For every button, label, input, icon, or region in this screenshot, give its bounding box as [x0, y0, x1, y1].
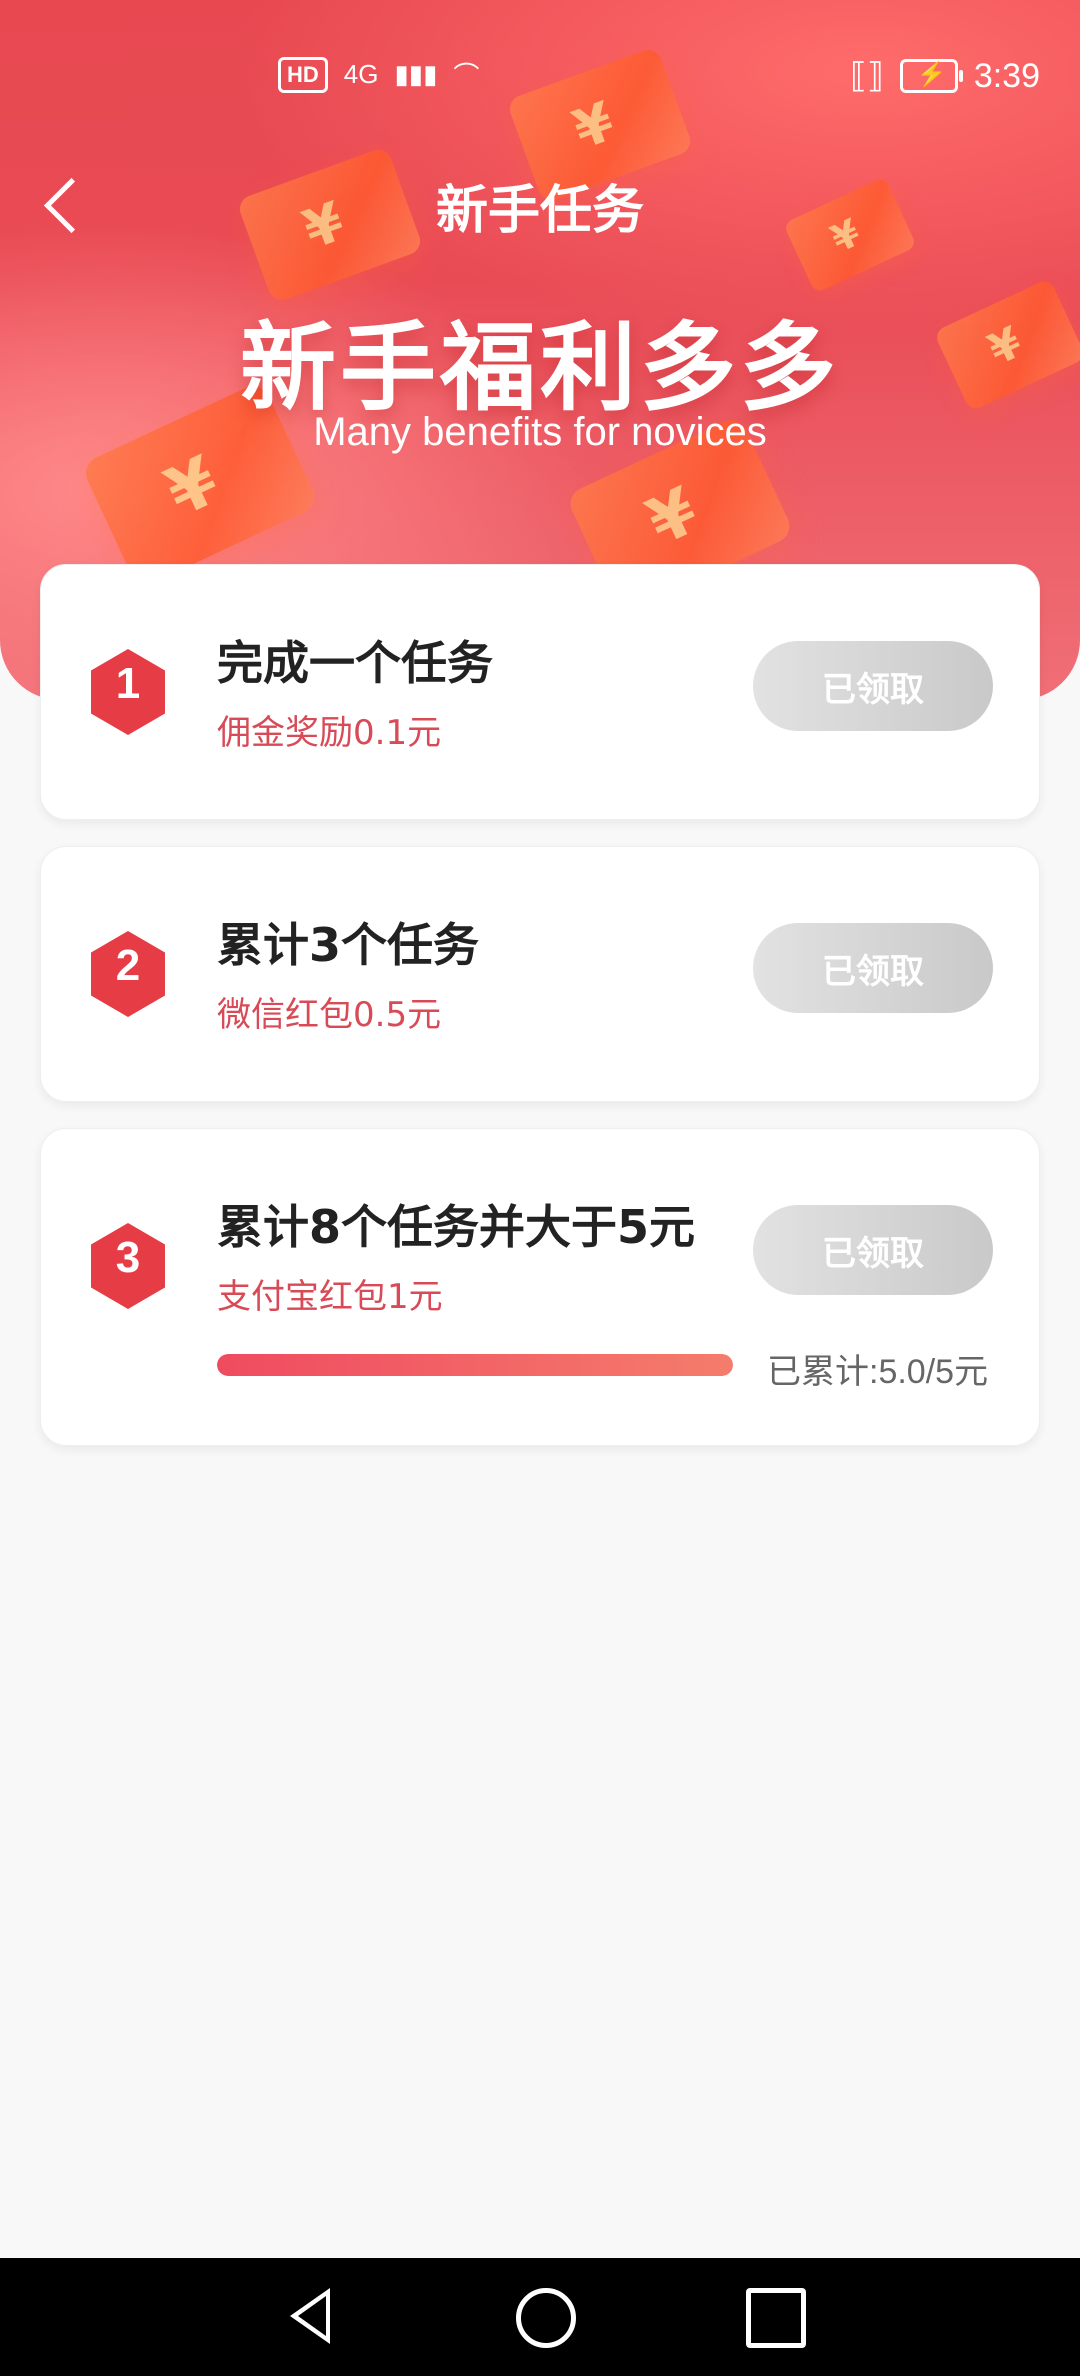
- progress-text: 已累计:5.0/5元: [767, 1353, 989, 1391]
- task-number-badge: 1: [85, 649, 171, 735]
- task-reward: 佣金奖励0.1元: [217, 713, 442, 753]
- task-card: 3 累计8个任务并大于5元 支付宝红包1元 已领取 已累计:5.0/5元: [40, 1128, 1040, 1446]
- signal-icon: ▮▮▮: [394, 59, 438, 89]
- battery-charging-icon: ⚡: [899, 59, 963, 93]
- claimed-button[interactable]: 已领取: [753, 1205, 993, 1295]
- hd-badge: HD: [278, 56, 328, 93]
- progress-fill: [217, 1354, 733, 1376]
- network-label: 4G: [343, 59, 379, 89]
- task-number-badge: 2: [85, 931, 171, 1017]
- task-reward: 微信红包0.5元: [217, 995, 442, 1035]
- hero-subhead: Many benefits for novices: [313, 410, 767, 454]
- recents-nav-icon[interactable]: [746, 2288, 806, 2348]
- vibrate-icon: ⟦⟧: [850, 57, 884, 95]
- claimed-button[interactable]: 已领取: [753, 923, 993, 1013]
- top-nav: 新手任务: [0, 160, 1080, 241]
- time-label: 3:39: [973, 56, 1040, 95]
- task-number: 2: [115, 941, 141, 990]
- wifi-icon: ⌒: [453, 61, 480, 91]
- task-title: 累计8个任务并大于5元: [217, 1200, 696, 1254]
- status-bar: HD 4G ▮▮▮ ⌒ ⟦⟧ ⚡ 3:39: [0, 0, 1080, 150]
- system-nav-bar: [0, 2258, 1080, 2376]
- home-nav-icon[interactable]: [516, 2288, 576, 2348]
- task-title: 完成一个任务: [217, 636, 493, 690]
- task-title: 累计3个任务: [217, 918, 480, 972]
- status-left: HD 4G ▮▮▮ ⌒: [278, 56, 479, 93]
- task-card: 2 累计3个任务 微信红包0.5元 已领取: [40, 846, 1040, 1102]
- progress-bar: [217, 1354, 733, 1376]
- task-number: 3: [115, 1233, 141, 1282]
- claimed-button[interactable]: 已领取: [753, 641, 993, 731]
- task-reward: 支付宝红包1元: [217, 1277, 443, 1317]
- task-card: 1 完成一个任务 佣金奖励0.1元 已领取: [40, 564, 1040, 820]
- page-title: 新手任务: [435, 181, 644, 241]
- hero-headline: 新手福利多多: [240, 312, 840, 424]
- task-number-badge: 3: [85, 1223, 171, 1309]
- task-number: 1: [115, 659, 141, 708]
- status-right: ⟦⟧ ⚡ 3:39: [850, 56, 1040, 96]
- back-nav-icon[interactable]: [280, 2288, 340, 2348]
